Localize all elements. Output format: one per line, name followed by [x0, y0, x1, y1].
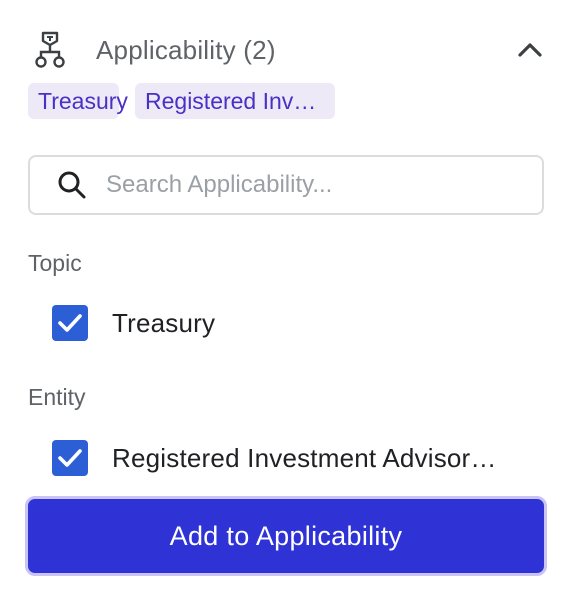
option-registered-investment-advisor[interactable]: Registered Investment Advisor…	[52, 440, 552, 476]
option-label: Registered Investment Advisor…	[112, 442, 497, 473]
group-label-entity: Entity	[28, 384, 86, 410]
search-input[interactable]	[104, 170, 528, 200]
add-to-applicability-button[interactable]: Add to Applicability	[25, 496, 547, 576]
search-icon	[56, 169, 88, 201]
applicability-header[interactable]: Applicability (2)	[30, 28, 550, 72]
org-hierarchy-icon	[30, 30, 70, 70]
chevron-up-icon[interactable]	[512, 32, 548, 68]
section-title: Applicability (2)	[96, 34, 276, 65]
checkbox-checked-icon[interactable]	[52, 440, 88, 476]
add-button-label: Add to Applicability	[169, 520, 403, 551]
group-label-topic: Topic	[28, 250, 82, 276]
checkbox-checked-icon[interactable]	[52, 305, 88, 341]
chip-treasury[interactable]: Treasury	[28, 83, 128, 119]
search-box[interactable]	[28, 155, 544, 215]
option-treasury[interactable]: Treasury	[52, 305, 552, 341]
selected-chips: Treasury Registered Inv…	[28, 83, 335, 119]
option-label: Treasury	[112, 307, 216, 338]
applicability-panel: Applicability (2) Treasury Registered In…	[0, 0, 576, 604]
chip-registered-investment[interactable]: Registered Inv…	[135, 83, 335, 119]
